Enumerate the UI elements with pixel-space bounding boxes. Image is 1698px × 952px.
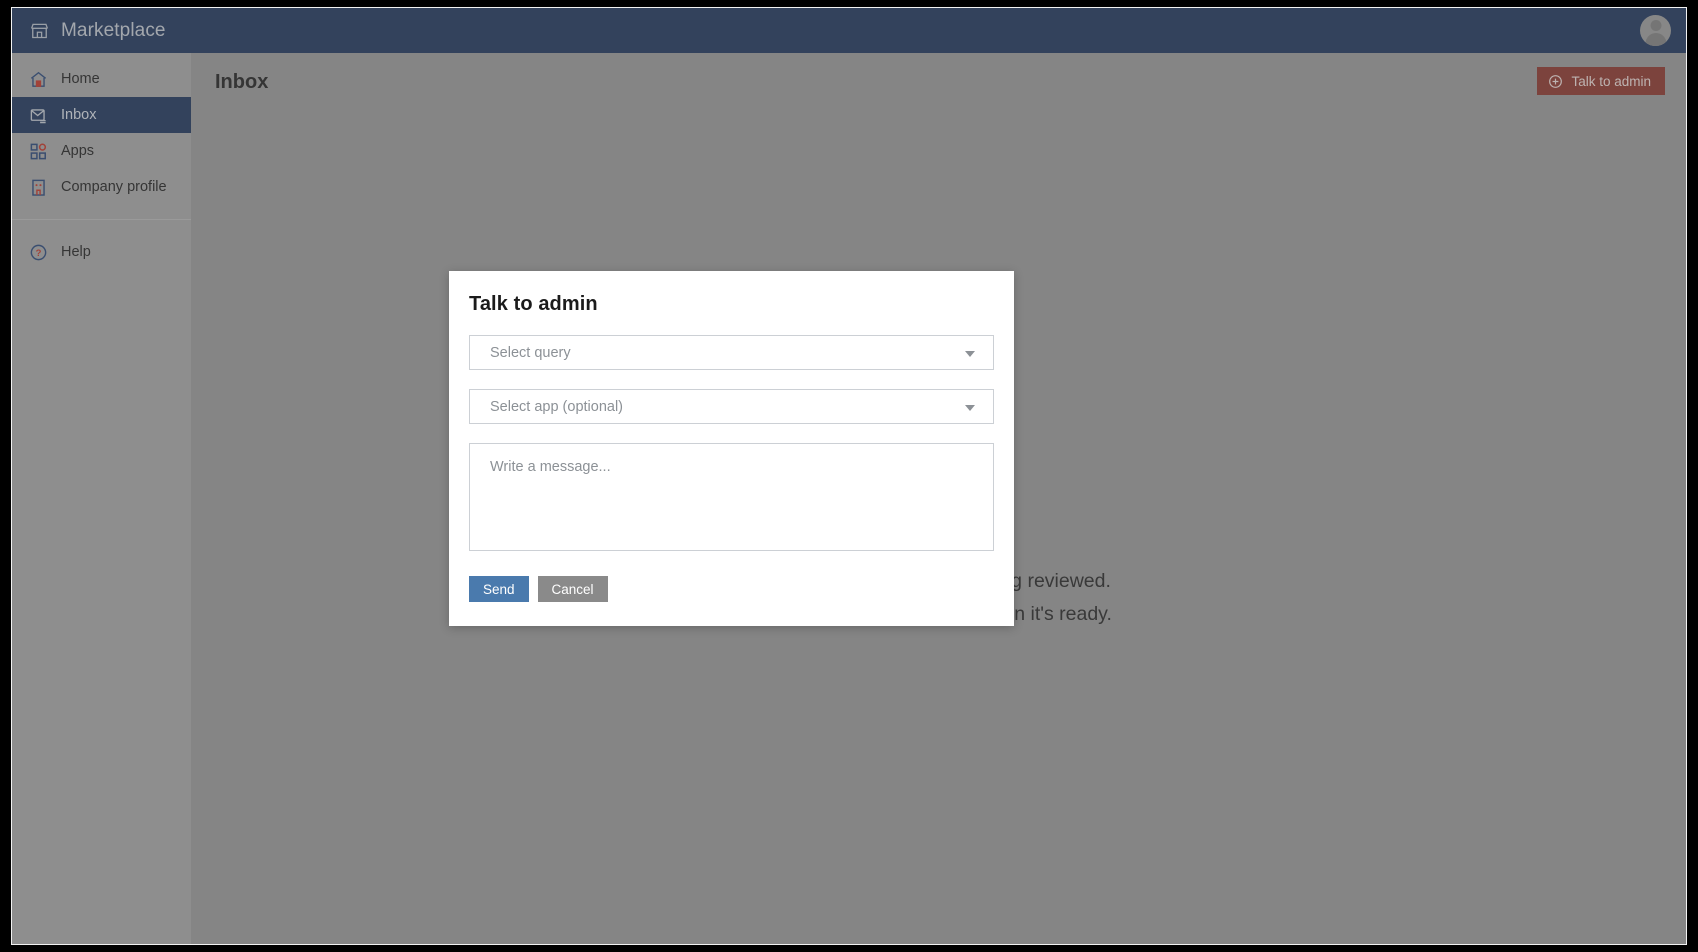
modal-title: Talk to admin [469,293,598,315]
query-select-wrapper: Select query [469,335,994,370]
query-select[interactable]: Select query [469,335,994,370]
app-select-wrapper: Select app (optional) [469,389,994,424]
message-textarea[interactable] [469,443,994,551]
modal-actions: Send Cancel [469,576,994,602]
talk-to-admin-modal: Talk to admin Select query Select app (o… [449,271,1014,626]
cancel-button[interactable]: Cancel [537,576,608,602]
app-select[interactable]: Select app (optional) [469,389,994,424]
send-button[interactable]: Send [469,576,529,602]
modal-overlay[interactable]: Talk to admin Select query Select app (o… [12,8,1686,944]
app-window: Marketplace Home Inbox Apps Company prof… [11,7,1687,945]
